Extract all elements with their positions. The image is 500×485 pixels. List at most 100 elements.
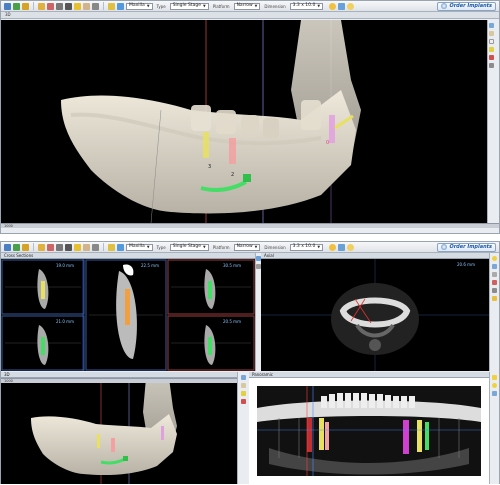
cross-section-label-5: 20.5 mm [223, 319, 241, 324]
layer-icon[interactable] [488, 23, 494, 28]
layer-icon[interactable] [492, 264, 497, 269]
cross-section-grid [1, 259, 255, 371]
bone-icon[interactable] [241, 383, 246, 388]
settings-icon[interactable] [329, 2, 337, 10]
slice-ruler[interactable]: 1000 [1, 223, 499, 228]
arch-select-value: Maxilla [129, 3, 145, 8]
contrast-icon[interactable] [92, 2, 99, 10]
panoramic-viewport[interactable] [249, 378, 489, 484]
opacity-icon[interactable] [492, 288, 497, 293]
implant-label-2: 2 [231, 172, 235, 178]
nerve-icon[interactable] [117, 243, 124, 251]
small-3d-viewport[interactable]: 1000 [1, 378, 237, 484]
move-icon[interactable] [65, 243, 72, 251]
cross-section-label-1: 19.0 mm [56, 263, 74, 268]
save-icon[interactable] [13, 243, 20, 251]
chevron-down-icon: ▼ [146, 245, 150, 249]
dimension-select[interactable]: 3.3 x 10.0 ▼ [289, 243, 324, 251]
dimension-select-value: 3.3 x 10.0 [292, 244, 316, 249]
color-icon[interactable] [241, 399, 246, 404]
contrast-icon[interactable] [92, 243, 99, 251]
save-icon[interactable] [13, 2, 20, 10]
order-implants-label: Order Implants [449, 3, 492, 9]
globe-icon [441, 3, 448, 9]
sun-icon[interactable] [492, 383, 497, 388]
chevron-down-icon: ▼ [317, 245, 321, 249]
rotate-icon[interactable] [74, 243, 81, 251]
layer-icon[interactable] [241, 375, 246, 380]
hand-icon[interactable] [83, 2, 90, 10]
move-icon[interactable] [65, 2, 72, 10]
type-select[interactable]: Single Stage ▼ [169, 2, 209, 10]
panoramic-image [257, 386, 481, 476]
chevron-down-icon: ▼ [146, 4, 150, 8]
nerve-toggle-icon[interactable] [488, 47, 494, 52]
implant-2-shape [229, 138, 236, 164]
grid-icon[interactable] [492, 272, 497, 277]
nerve-icon[interactable] [117, 2, 124, 10]
chevron-down-icon: ▼ [254, 245, 258, 249]
dimension-select[interactable]: 3.3 x 10.0 ▼ [289, 2, 324, 10]
settings-icon[interactable] [329, 243, 337, 251]
axial-viewport[interactable]: 20.6 mm [261, 259, 489, 371]
chevron-down-icon: ▼ [254, 4, 258, 8]
help-icon[interactable] [347, 2, 355, 10]
implant-label-0: 0 [326, 140, 330, 146]
layer-icon[interactable] [492, 391, 497, 396]
arch-select[interactable]: Maxilla ▼ [126, 2, 153, 10]
palette-icon[interactable] [492, 280, 497, 285]
small-3d-toolbar [237, 372, 249, 484]
implant-icon[interactable] [108, 2, 115, 10]
undo-icon[interactable] [22, 243, 29, 251]
link-icon[interactable] [338, 2, 346, 10]
hand-icon[interactable] [83, 243, 90, 251]
sun-icon[interactable] [492, 256, 497, 261]
slice-ruler-bottom[interactable]: 1000 [1, 378, 237, 383]
chevron-down-icon: ▼ [202, 4, 206, 8]
ruler-value: 1000 [4, 224, 13, 228]
cross-section-label-2: 22.5 mm [141, 263, 159, 268]
order-implants-button[interactable]: Order Implants [437, 242, 496, 252]
axial-readout: 20.6 mm [457, 262, 475, 267]
measure-icon[interactable] [38, 2, 45, 10]
3d-viewport[interactable]: 3 2 0 [1, 20, 487, 223]
pencil-icon[interactable] [47, 2, 54, 10]
cross-section-label-3: 30.5 mm [223, 263, 241, 268]
platform-select[interactable]: Narrow ▼ [233, 2, 261, 10]
undo-icon[interactable] [22, 2, 29, 10]
opacity-icon[interactable] [488, 63, 494, 68]
platform-label: Platform [212, 244, 230, 250]
target-icon[interactable] [492, 296, 497, 301]
zoom-icon[interactable] [56, 2, 63, 10]
teeth-icon[interactable] [488, 39, 494, 44]
arch-select[interactable]: Maxilla ▼ [126, 243, 153, 251]
help-icon[interactable] [347, 243, 355, 251]
rotate-icon[interactable] [74, 2, 81, 10]
platform-select-value: Narrow [236, 3, 253, 8]
axial-slice [261, 259, 489, 371]
zoom-icon[interactable] [56, 243, 63, 251]
type-select[interactable]: Single Stage ▼ [169, 243, 209, 251]
right-toolbar [487, 20, 494, 223]
bottom-window: Maxilla ▼ Type Single Stage ▼ Platform Nar… [0, 241, 500, 484]
pencil-icon[interactable] [47, 243, 54, 251]
platform-select-value: Narrow [236, 244, 253, 249]
platform-select[interactable]: Narrow ▼ [233, 243, 261, 251]
measure-icon[interactable] [38, 243, 45, 251]
bone-icon[interactable] [488, 31, 494, 36]
color-icon[interactable] [488, 55, 494, 60]
open-file-icon[interactable] [4, 243, 11, 251]
platform-label: Platform [212, 3, 230, 9]
cross-sections-panel: 19.0 mm 22.5 mm 30.5 mm 21.0 mm 20.5 mm [1, 259, 255, 371]
axial-toolbar [489, 253, 499, 371]
main-toolbar: Maxilla ▼ Type Single Stage ▼ Platform Nar… [1, 1, 499, 12]
link-icon[interactable] [338, 243, 346, 251]
type-label: Type [156, 244, 166, 250]
radiation-icon[interactable] [492, 375, 497, 380]
implant-0-shape [329, 115, 335, 143]
implant-icon[interactable] [108, 243, 115, 251]
view-tab-3d[interactable]: 3D [1, 12, 499, 19]
nerve-toggle-icon[interactable] [241, 391, 246, 396]
order-implants-button[interactable]: Order Implants [437, 1, 496, 11]
open-file-icon[interactable] [4, 2, 11, 10]
